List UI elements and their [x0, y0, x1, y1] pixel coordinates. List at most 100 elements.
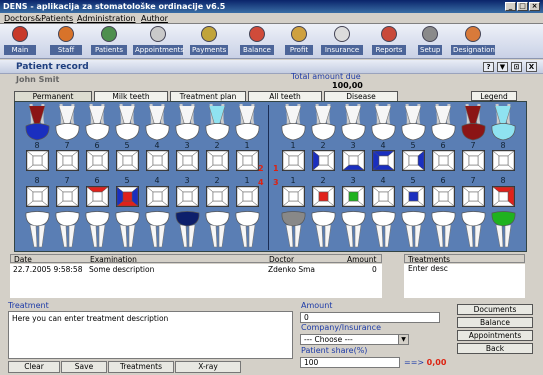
surface-upper-left-6[interactable] [86, 150, 109, 171]
surface-upper-left-4[interactable] [146, 150, 169, 171]
surface-lower-left-6[interactable] [86, 186, 109, 207]
minimize-button[interactable]: _ [505, 2, 516, 11]
surface-upper-right-4[interactable] [372, 150, 395, 171]
tooth-upper-right-1[interactable] [279, 102, 308, 142]
appointments-button[interactable]: Appointments [457, 330, 533, 341]
tooth-lower-left-6[interactable] [83, 209, 112, 249]
tooth-lower-left-4[interactable] [143, 209, 172, 249]
tooth-upper-left-1[interactable] [233, 102, 262, 142]
toolbar-payments-button[interactable]: Payments [190, 26, 228, 58]
examination-grid-body[interactable] [10, 274, 382, 298]
tab-milk-teeth[interactable]: Milk teeth [94, 91, 168, 101]
treatment-description-input[interactable]: Here you can enter treatment description [8, 311, 293, 359]
toolbar-balance-button[interactable]: Balance [240, 26, 274, 58]
surface-lower-left-7[interactable] [56, 186, 79, 207]
surface-upper-left-3[interactable] [176, 150, 199, 171]
tooth-lower-right-4[interactable] [369, 209, 398, 249]
surface-lower-left-3[interactable] [176, 186, 199, 207]
tooth-upper-left-7[interactable] [53, 102, 82, 142]
surface-upper-right-1[interactable] [282, 150, 305, 171]
treatments-grid-body[interactable] [404, 274, 525, 298]
surface-upper-right-3[interactable] [342, 150, 365, 171]
tooth-lower-left-5[interactable] [113, 209, 142, 249]
surface-upper-right-7[interactable] [462, 150, 485, 171]
back-button[interactable]: Back [457, 343, 533, 354]
surface-lower-right-5[interactable] [402, 186, 425, 207]
tooth-upper-left-3[interactable] [173, 102, 202, 142]
tooth-upper-left-6[interactable] [83, 102, 112, 142]
tooth-upper-left-8[interactable] [23, 102, 52, 142]
surface-upper-right-6[interactable] [432, 150, 455, 171]
surface-upper-right-8[interactable] [492, 150, 515, 171]
tooth-lower-right-2[interactable] [309, 209, 338, 249]
surface-lower-right-8[interactable] [492, 186, 515, 207]
chevron-down-icon[interactable]: ▼ [398, 335, 408, 344]
tab-treatment-plan[interactable]: Treatment plan [170, 91, 246, 101]
tab-permanent[interactable]: Permanent [14, 91, 92, 101]
toolbar-main-button[interactable]: Main [4, 26, 36, 58]
tooth-lower-left-2[interactable] [203, 209, 232, 249]
share-input[interactable]: 100 [300, 357, 400, 368]
tooth-lower-left-1[interactable] [233, 209, 262, 249]
page-close-button[interactable]: X [526, 62, 537, 72]
surface-upper-left-2[interactable] [206, 150, 229, 171]
surface-lower-right-6[interactable] [432, 186, 455, 207]
surface-lower-right-4[interactable] [372, 186, 395, 207]
tooth-lower-right-7[interactable] [459, 209, 488, 249]
menu-administration[interactable]: Administration [77, 14, 136, 23]
tooth-upper-right-8[interactable] [489, 102, 518, 142]
menu-author[interactable]: Author [141, 14, 168, 23]
surface-lower-right-1[interactable] [282, 186, 305, 207]
surface-upper-right-5[interactable] [402, 150, 425, 171]
surface-upper-left-1[interactable] [236, 150, 259, 171]
menu-doctors-patients[interactable]: Doctors&Patients [4, 14, 73, 23]
toolbar-staff-button[interactable]: Staff [50, 26, 82, 58]
tooth-lower-right-5[interactable] [399, 209, 428, 249]
toolbar-profit-button[interactable]: Profit [285, 26, 313, 58]
tooth-lower-right-6[interactable] [429, 209, 458, 249]
surface-lower-left-8[interactable] [26, 186, 49, 207]
tooth-lower-left-3[interactable] [173, 209, 202, 249]
toolbar-setup-button[interactable]: Setup [418, 26, 442, 58]
amount-input[interactable]: 0 [300, 312, 440, 323]
help-button[interactable]: ? [483, 62, 494, 72]
balance-button[interactable]: Balance [457, 317, 533, 328]
surface-lower-left-1[interactable] [236, 186, 259, 207]
surface-upper-left-8[interactable] [26, 150, 49, 171]
legend-button[interactable]: Legend [471, 91, 517, 101]
toolbar-appointments-button[interactable]: Appointments [133, 26, 184, 58]
surface-lower-right-7[interactable] [462, 186, 485, 207]
surface-lower-left-4[interactable] [146, 186, 169, 207]
tooth-lower-right-8[interactable] [489, 209, 518, 249]
surface-upper-left-7[interactable] [56, 150, 79, 171]
tooth-upper-left-4[interactable] [143, 102, 172, 142]
treatments-button[interactable]: Treatments [108, 361, 174, 373]
tooth-lower-left-7[interactable] [53, 209, 82, 249]
clear-button[interactable]: Clear [8, 361, 60, 373]
surface-lower-right-2[interactable] [312, 186, 335, 207]
table-row[interactable]: 22.7.2005 9:58:58 Some description Zdenk… [10, 264, 382, 274]
tooth-lower-right-3[interactable] [339, 209, 368, 249]
tab-disease[interactable]: Disease [324, 91, 398, 101]
tooth-upper-right-6[interactable] [429, 102, 458, 142]
collapse-button[interactable]: ▼ [497, 62, 508, 72]
restore-button[interactable]: ⊡ [511, 62, 522, 72]
toolbar-patients-button[interactable]: Patients [91, 26, 127, 58]
company-select[interactable]: --- Choose --- ▼ [300, 334, 409, 345]
surface-lower-right-3[interactable] [342, 186, 365, 207]
tooth-upper-left-5[interactable] [113, 102, 142, 142]
tooth-upper-left-2[interactable] [203, 102, 232, 142]
save-button[interactable]: Save [61, 361, 107, 373]
tooth-upper-right-2[interactable] [309, 102, 338, 142]
toolbar-reports-button[interactable]: Reports [372, 26, 406, 58]
toolbar-designation-button[interactable]: Designation [451, 26, 495, 58]
surface-lower-left-5[interactable] [116, 186, 139, 207]
tooth-upper-right-4[interactable] [369, 102, 398, 142]
list-item[interactable]: Enter desc [404, 264, 525, 274]
tooth-upper-right-3[interactable] [339, 102, 368, 142]
xray-button[interactable]: X-ray [175, 361, 241, 373]
tooth-upper-right-7[interactable] [459, 102, 488, 142]
tooth-lower-left-8[interactable] [23, 209, 52, 249]
surface-lower-left-2[interactable] [206, 186, 229, 207]
maximize-button[interactable]: □ [517, 2, 528, 11]
